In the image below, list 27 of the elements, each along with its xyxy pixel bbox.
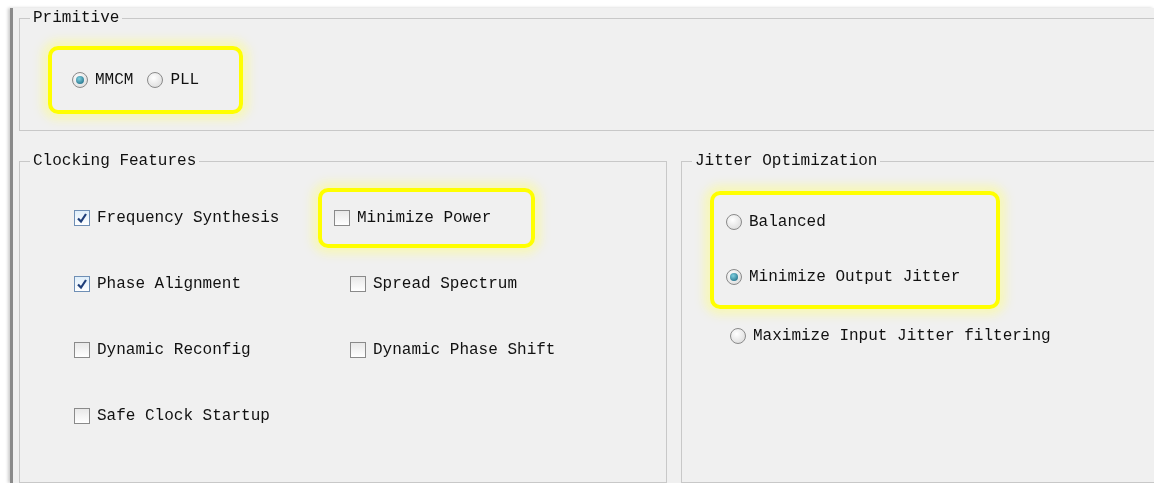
checkbox-option[interactable]: Minimize Power [334, 205, 492, 230]
checkbox-option[interactable]: Frequency Synthesis [74, 205, 280, 230]
checkbox[interactable] [74, 341, 90, 358]
checkbox-option[interactable]: Dynamic Phase Shift [350, 337, 556, 362]
radio-option[interactable]: MMCM [72, 67, 134, 92]
radio-option[interactable]: PLL [147, 67, 200, 92]
checkbox-option[interactable]: Phase Alignment [74, 271, 242, 296]
checkbox[interactable] [74, 407, 90, 424]
radio-button[interactable] [147, 71, 164, 88]
group-title: Clocking Features [32, 153, 198, 171]
checkbox-option[interactable]: Safe Clock Startup [74, 403, 270, 428]
radio-button[interactable] [72, 71, 88, 88]
group-title: Primitive [32, 10, 121, 28]
group-title: Jitter Optimization [694, 153, 879, 171]
checkbox-option[interactable]: Spread Spectrum [350, 271, 518, 296]
checkbox-option[interactable]: Dynamic Reconfig [74, 337, 251, 362]
radio-button[interactable] [726, 214, 742, 231]
radio-option[interactable]: Minimize Output Jitter [726, 265, 961, 290]
checkbox[interactable] [350, 341, 366, 358]
radio-option[interactable]: Maximize Input Jitter filtering [730, 324, 1051, 349]
checkbox[interactable] [74, 209, 90, 226]
checkbox[interactable] [350, 275, 366, 292]
radio-option[interactable]: Balanced [726, 210, 826, 235]
checkbox[interactable] [334, 209, 350, 226]
checkbox[interactable] [74, 275, 90, 292]
radio-button[interactable] [726, 269, 742, 286]
radio-button[interactable] [730, 328, 746, 345]
